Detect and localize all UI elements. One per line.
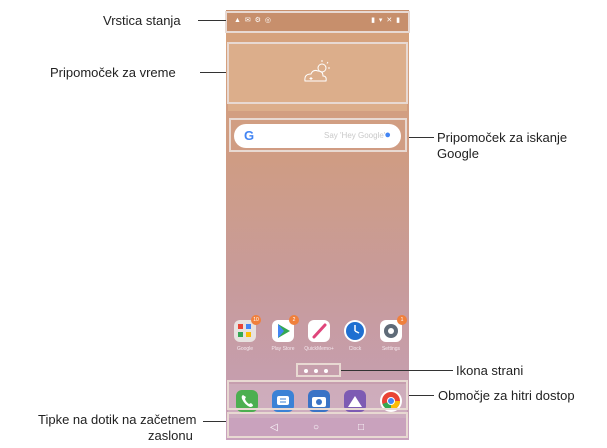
callout-page-icon: Ikona strani (456, 363, 524, 378)
clock-icon (346, 322, 364, 340)
quick-access-highlight (227, 380, 408, 410)
weather-widget-highlight (227, 42, 408, 104)
callout-weather-widget: Pripomoček za vreme (50, 65, 176, 80)
app-label: QuickMemo+ (304, 346, 334, 352)
app-settings[interactable]: 1 (380, 315, 407, 342)
app-badge: 10 (251, 315, 261, 325)
app-label: Clock (348, 346, 362, 352)
callout-line (341, 370, 453, 371)
callout-status-bar: Vrstica stanja (103, 13, 181, 28)
callout-line (409, 137, 434, 138)
callout-line (200, 72, 226, 73)
callout-google-search: Pripomoček za iskanje (437, 130, 568, 145)
app-clock[interactable] (344, 320, 366, 342)
app-badge: 2 (289, 315, 299, 325)
status-bar-highlight (225, 11, 410, 33)
pen-icon (312, 323, 327, 339)
callout-quick-access: Območje za hitri dostop (438, 388, 575, 403)
app-play-store[interactable]: 2 (272, 315, 299, 342)
home-touch-highlight (227, 412, 408, 438)
app-label: Settings (381, 346, 401, 352)
app-google-folder[interactable]: 10 (234, 315, 261, 342)
search-widget-highlight (229, 118, 407, 152)
app-badge: 1 (397, 315, 407, 325)
app-label: Play Store (271, 346, 295, 352)
callout-home-touch: Tipke na dotik na začetnem (38, 412, 197, 427)
callout-line (203, 421, 226, 422)
app-label: Google (236, 346, 254, 352)
app-quickmemo[interactable] (308, 320, 330, 342)
callout-home-touch-2: zaslonu (148, 428, 193, 443)
page-icon-highlight (296, 363, 341, 377)
callout-line (198, 20, 226, 21)
callout-line (409, 395, 434, 396)
callout-google-search-2: Google (437, 146, 479, 161)
